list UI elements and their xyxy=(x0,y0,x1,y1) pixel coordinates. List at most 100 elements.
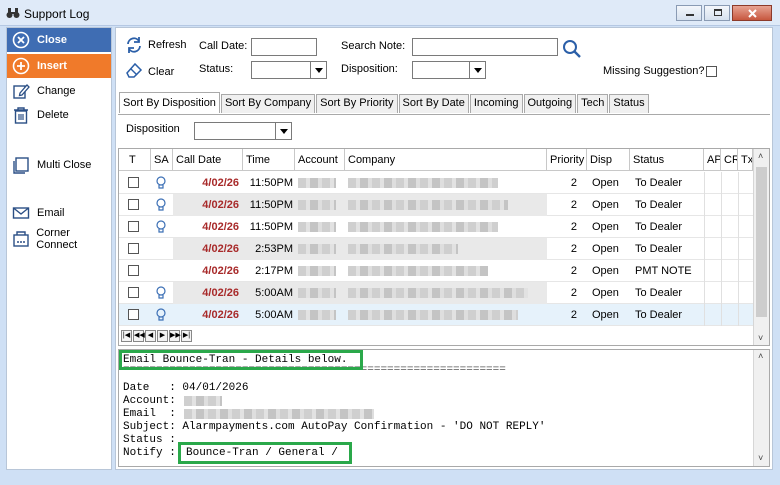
minimize-button[interactable] xyxy=(676,5,702,21)
missing-suggestion-checkbox[interactable] xyxy=(706,66,717,77)
column-header-priority[interactable]: Priority xyxy=(547,149,587,171)
nav-last-button[interactable]: ▶| xyxy=(181,330,192,342)
close-window-button[interactable] xyxy=(732,5,772,21)
memo-status: Status : xyxy=(123,434,176,446)
call-date-cell: 4/02/26 xyxy=(202,265,239,277)
company-cell xyxy=(345,194,547,216)
column-header-call-date[interactable]: Call Date xyxy=(173,149,243,171)
row-checkbox[interactable] xyxy=(128,243,139,254)
ap-cell xyxy=(704,304,721,326)
tab-status[interactable]: Status xyxy=(609,94,649,113)
table-row[interactable]: 4/02/26 2:17PM 2 Open PMT NOTE xyxy=(119,260,753,282)
grid-vertical-scrollbar[interactable]: ˄ ˅ xyxy=(753,149,769,345)
tab-sort-by-disposition[interactable]: Sort By Disposition xyxy=(119,92,220,113)
scroll-up-icon[interactable]: ˄ xyxy=(758,151,763,161)
memo-account: Account: xyxy=(123,395,176,407)
highlight-notify-box xyxy=(178,442,352,464)
nav-prev-page-button[interactable]: ◀◀ xyxy=(133,330,145,342)
column-header-sa[interactable]: SA xyxy=(151,149,173,171)
column-header-disp[interactable]: Disp xyxy=(587,149,630,171)
table-row[interactable]: 4/02/26 5:00AM 2 Open To Dealer xyxy=(119,282,753,304)
row-checkbox[interactable] xyxy=(128,309,139,320)
refresh-button[interactable]: Refresh xyxy=(124,35,187,55)
status-select[interactable] xyxy=(251,61,327,79)
tab-panel: Disposition xyxy=(118,114,770,146)
maximize-button[interactable] xyxy=(704,5,730,21)
lightbulb-icon xyxy=(156,308,166,321)
binoculars-icon xyxy=(6,8,20,18)
clear-label: Clear xyxy=(148,66,175,78)
row-checkbox[interactable] xyxy=(128,199,139,210)
table-row[interactable]: 4/02/26 5:00AM 2 Open To Dealer xyxy=(119,304,753,326)
tx-cell xyxy=(738,238,753,260)
column-header-status[interactable]: Status xyxy=(630,149,704,171)
tab-sort-by-company[interactable]: Sort By Company xyxy=(220,94,316,113)
change-button[interactable]: Change xyxy=(7,79,111,103)
support-log-grid: T SA Call Date Time Account Company Prio… xyxy=(118,148,770,346)
corner-connect-button[interactable]: Corner Connect xyxy=(7,227,111,251)
table-row[interactable]: 4/02/26 11:50PM 2 Open To Dealer xyxy=(119,172,753,194)
insert-button[interactable]: Insert xyxy=(7,54,111,78)
status-label: Status: xyxy=(199,63,234,75)
nav-first-button[interactable]: |◀ xyxy=(121,330,132,342)
column-header-account[interactable]: Account xyxy=(295,149,345,171)
time-cell: 5:00AM xyxy=(243,282,295,304)
scroll-down-icon[interactable]: ˅ xyxy=(758,454,763,464)
status-cell: To Dealer xyxy=(635,221,683,233)
account-cell xyxy=(295,216,345,238)
cr-cell xyxy=(721,194,738,216)
ap-cell xyxy=(704,194,721,216)
tab-sort-by-date[interactable]: Sort By Date xyxy=(398,94,469,113)
scrollbar-thumb[interactable] xyxy=(756,167,767,317)
scroll-up-icon[interactable]: ˄ xyxy=(758,352,763,362)
multi-close-button[interactable]: Multi Close xyxy=(7,153,111,177)
nav-next-button[interactable]: ▶ xyxy=(157,330,168,342)
close-button[interactable]: Close xyxy=(7,28,111,52)
plus-circle-icon xyxy=(11,56,31,76)
search-note-input[interactable] xyxy=(412,38,558,56)
email-button[interactable]: Email xyxy=(7,201,111,225)
table-row[interactable]: 4/02/26 11:50PM 2 Open To Dealer xyxy=(119,194,753,216)
tab-incoming[interactable]: Incoming xyxy=(469,94,523,113)
redacted-account xyxy=(298,244,336,255)
column-header-tx[interactable]: Tx xyxy=(738,149,753,171)
row-checkbox[interactable] xyxy=(128,287,139,298)
column-header-t[interactable]: T xyxy=(119,149,151,171)
disp-cell: Open xyxy=(592,221,619,233)
tab-outgoing[interactable]: Outgoing xyxy=(523,94,577,113)
title-bar: Support Log xyxy=(0,0,780,26)
memo-vertical-scrollbar[interactable]: ˄ ˅ xyxy=(753,350,769,466)
column-header-ap[interactable]: AP xyxy=(704,149,721,171)
row-checkbox[interactable] xyxy=(128,265,139,276)
cr-cell xyxy=(721,304,738,326)
disposition-filter-label: Disposition: xyxy=(341,63,398,75)
search-icon[interactable] xyxy=(562,39,582,59)
call-date-cell: 4/02/26 xyxy=(202,177,239,189)
disposition-filter-select[interactable] xyxy=(412,61,486,79)
table-row[interactable]: 4/02/26 11:50PM 2 Open To Dealer xyxy=(119,216,753,238)
clear-button[interactable]: Clear xyxy=(124,60,186,80)
corner-connect-button-label: Corner Connect xyxy=(36,227,78,251)
status-cell: PMT NOTE xyxy=(635,265,692,277)
column-header-company[interactable]: Company xyxy=(345,149,547,171)
call-date-input[interactable] xyxy=(251,38,317,56)
status-cell: To Dealer xyxy=(635,199,683,211)
memo-notify-label: Notify : xyxy=(123,447,183,459)
row-checkbox[interactable] xyxy=(128,177,139,188)
tab-sort-by-priority[interactable]: Sort By Priority xyxy=(316,94,398,113)
scroll-down-icon[interactable]: ˅ xyxy=(758,333,763,343)
row-checkbox[interactable] xyxy=(128,221,139,232)
main-panel: Refresh Clear Call Date: Status: Search … xyxy=(115,27,773,470)
tx-cell xyxy=(738,304,753,326)
details-memo[interactable]: Email Bounce-Tran - Details below. =====… xyxy=(118,349,770,467)
memo-date: Date : 04/01/2026 xyxy=(123,382,249,394)
nav-next-page-button[interactable]: ▶▶ xyxy=(169,330,181,342)
table-row[interactable]: 4/02/26 2:53PM 2 Open To Dealer xyxy=(119,238,753,260)
tab-tech[interactable]: Tech xyxy=(577,94,609,113)
tab-disposition-select[interactable] xyxy=(194,122,292,140)
column-header-cr[interactable]: CR xyxy=(721,149,738,171)
trash-icon xyxy=(11,105,31,125)
nav-prev-button[interactable]: ◀ xyxy=(145,330,156,342)
delete-button[interactable]: Delete xyxy=(7,103,111,127)
column-header-time[interactable]: Time xyxy=(243,149,295,171)
